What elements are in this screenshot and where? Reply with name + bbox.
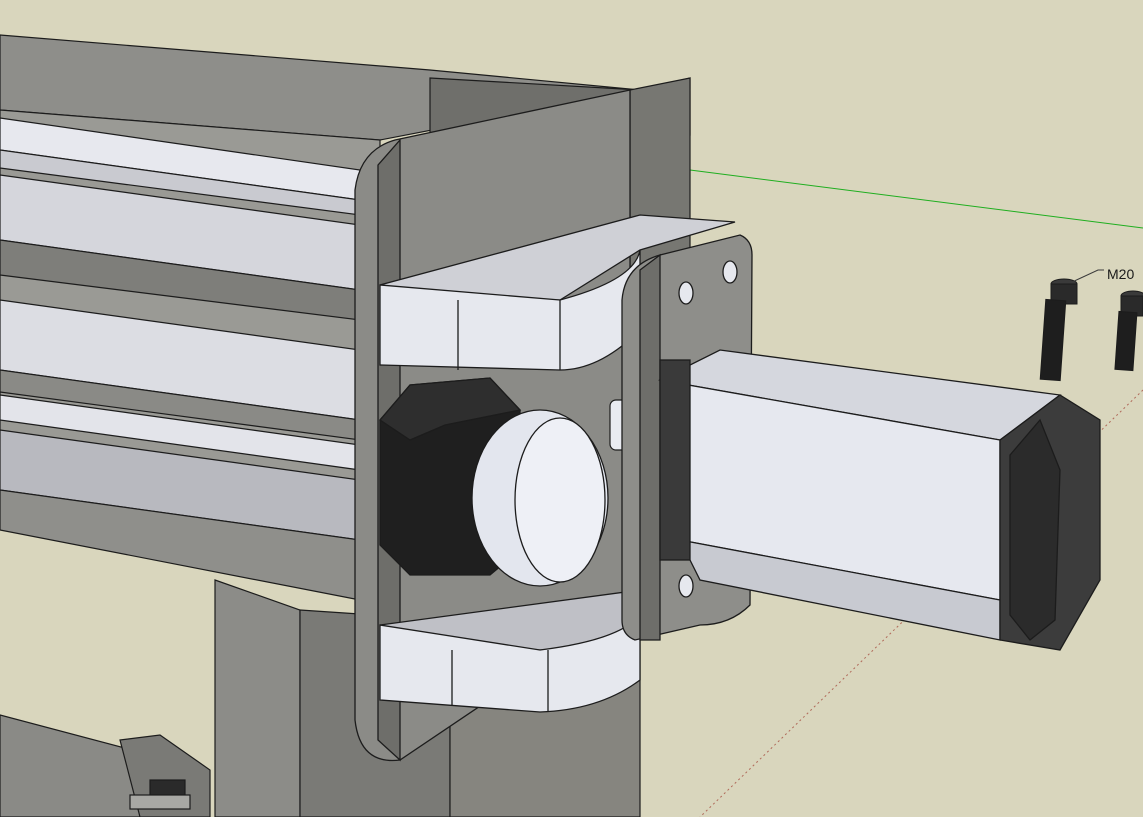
mount-hole-bottom [678,574,694,598]
mount-hole-top-left [678,281,694,305]
sketchup-viewport[interactable]: M20 [0,0,1143,817]
mount-hole-top-right [722,260,738,284]
motor-flange [659,359,691,561]
bolt-label: M20 [1107,266,1134,282]
